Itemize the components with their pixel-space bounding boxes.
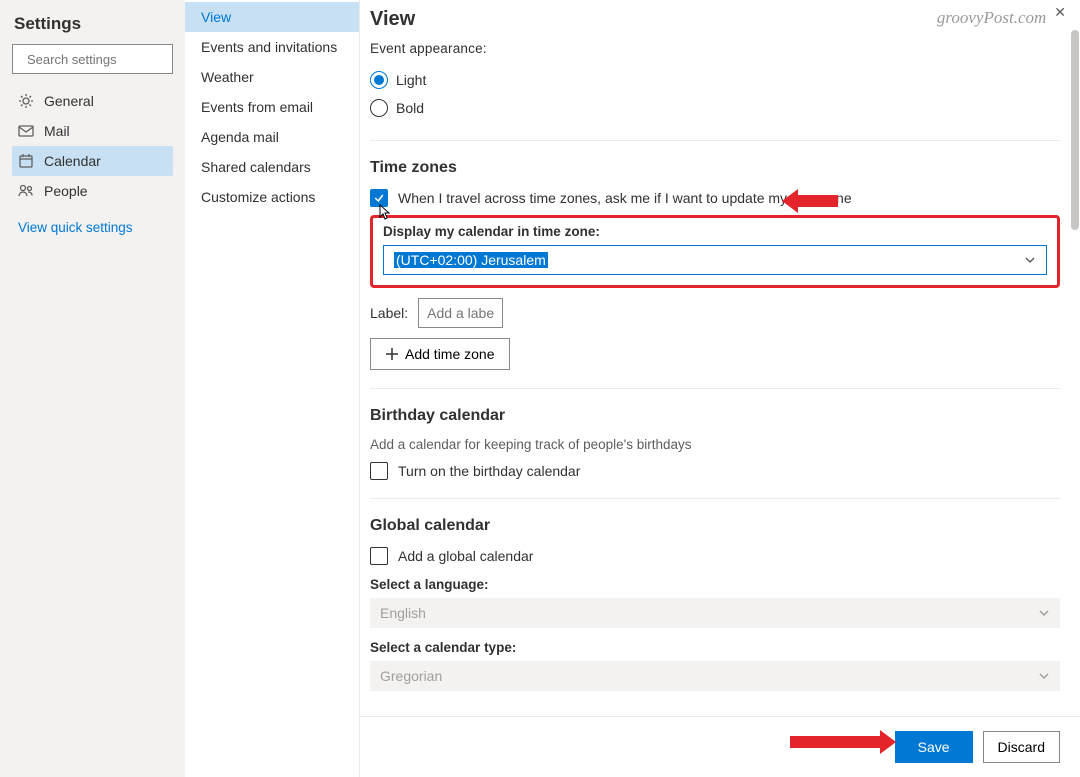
label-field-label: Label: bbox=[370, 305, 408, 321]
checkbox-icon bbox=[370, 462, 388, 480]
settings-sidebar: Settings GeneralMailCalendarPeople View … bbox=[0, 0, 185, 777]
view-quick-settings-link[interactable]: View quick settings bbox=[12, 206, 173, 249]
caltype-label: Select a calendar type: bbox=[370, 640, 1060, 655]
language-select-disabled: English bbox=[370, 598, 1060, 628]
radio-bold[interactable]: Bold bbox=[370, 94, 1060, 122]
lang-value: English bbox=[380, 605, 426, 621]
timezone-label-input[interactable] bbox=[418, 298, 503, 328]
mail-icon bbox=[18, 123, 34, 139]
radio-label: Bold bbox=[396, 100, 424, 116]
checkbox-icon bbox=[370, 547, 388, 565]
discard-button[interactable]: Discard bbox=[983, 731, 1060, 763]
subnav-item-shared-calendars[interactable]: Shared calendars bbox=[185, 152, 359, 182]
birthday-check-label: Turn on the birthday calendar bbox=[398, 463, 580, 479]
radio-icon bbox=[370, 99, 388, 117]
close-icon[interactable]: ✕ bbox=[1054, 4, 1066, 21]
page-title: View bbox=[370, 8, 415, 31]
timezone-selected: (UTC+02:00) Jerusalem bbox=[394, 252, 548, 268]
radio-icon-selected bbox=[370, 71, 388, 89]
checkbox-checked-icon bbox=[370, 189, 388, 207]
sidebar-item-calendar[interactable]: Calendar bbox=[12, 146, 173, 176]
birthday-desc: Add a calendar for keeping track of peop… bbox=[370, 437, 1060, 452]
save-button[interactable]: Save bbox=[895, 731, 973, 763]
search-input[interactable] bbox=[27, 52, 203, 67]
lang-label: Select a language: bbox=[370, 577, 1060, 592]
travel-check-label: When I travel across time zones, ask me … bbox=[398, 190, 852, 206]
add-timezone-label: Add time zone bbox=[405, 346, 495, 362]
settings-title: Settings bbox=[14, 14, 171, 34]
timezone-dropdown[interactable]: (UTC+02:00) Jerusalem bbox=[383, 245, 1047, 275]
calendar-icon bbox=[18, 153, 34, 169]
subnav-item-view[interactable]: View bbox=[185, 2, 359, 32]
radio-light[interactable]: Light bbox=[370, 66, 1060, 94]
chevron-down-icon bbox=[1038, 670, 1050, 682]
main-panel: View groovyPost.com ✕ Event appearance: … bbox=[360, 0, 1080, 777]
add-timezone-button[interactable]: Add time zone bbox=[370, 338, 510, 370]
timezone-highlight: Display my calendar in time zone: (UTC+0… bbox=[370, 215, 1060, 288]
chevron-down-icon bbox=[1024, 254, 1036, 266]
timezones-heading: Time zones bbox=[370, 159, 1060, 177]
subnav-item-events-from-email[interactable]: Events from email bbox=[185, 92, 359, 122]
travel-timezone-checkbox-row[interactable]: When I travel across time zones, ask me … bbox=[370, 189, 1060, 207]
birthday-heading: Birthday calendar bbox=[370, 407, 1060, 425]
birthday-checkbox-row[interactable]: Turn on the birthday calendar bbox=[370, 462, 1060, 480]
radio-label: Light bbox=[396, 72, 426, 88]
sidebar-item-general[interactable]: General bbox=[12, 86, 173, 116]
view-subnav: ViewEvents and invitationsWeatherEvents … bbox=[185, 0, 360, 777]
global-heading: Global calendar bbox=[370, 517, 1060, 535]
search-settings-box[interactable] bbox=[12, 44, 173, 74]
caltype-select-disabled: Gregorian bbox=[370, 661, 1060, 691]
sidebar-item-mail[interactable]: Mail bbox=[12, 116, 173, 146]
global-check-label: Add a global calendar bbox=[398, 548, 533, 564]
watermark: groovyPost.com bbox=[937, 8, 1046, 28]
footer-actions: Save Discard bbox=[360, 716, 1080, 777]
people-icon bbox=[18, 183, 34, 199]
subnav-item-events-and-invitations[interactable]: Events and invitations bbox=[185, 32, 359, 62]
scrollbar[interactable] bbox=[1071, 33, 1079, 230]
plus-icon bbox=[385, 347, 399, 361]
subnav-item-customize-actions[interactable]: Customize actions bbox=[185, 182, 359, 212]
event-appearance-heading: Event appearance: bbox=[370, 41, 1060, 56]
chevron-down-icon bbox=[1038, 607, 1050, 619]
caltype-value: Gregorian bbox=[380, 668, 442, 684]
display-timezone-label: Display my calendar in time zone: bbox=[383, 224, 1047, 239]
sidebar-item-people[interactable]: People bbox=[12, 176, 173, 206]
subnav-item-agenda-mail[interactable]: Agenda mail bbox=[185, 122, 359, 152]
global-checkbox-row[interactable]: Add a global calendar bbox=[370, 547, 1060, 565]
general-icon bbox=[18, 93, 34, 109]
subnav-item-weather[interactable]: Weather bbox=[185, 62, 359, 92]
